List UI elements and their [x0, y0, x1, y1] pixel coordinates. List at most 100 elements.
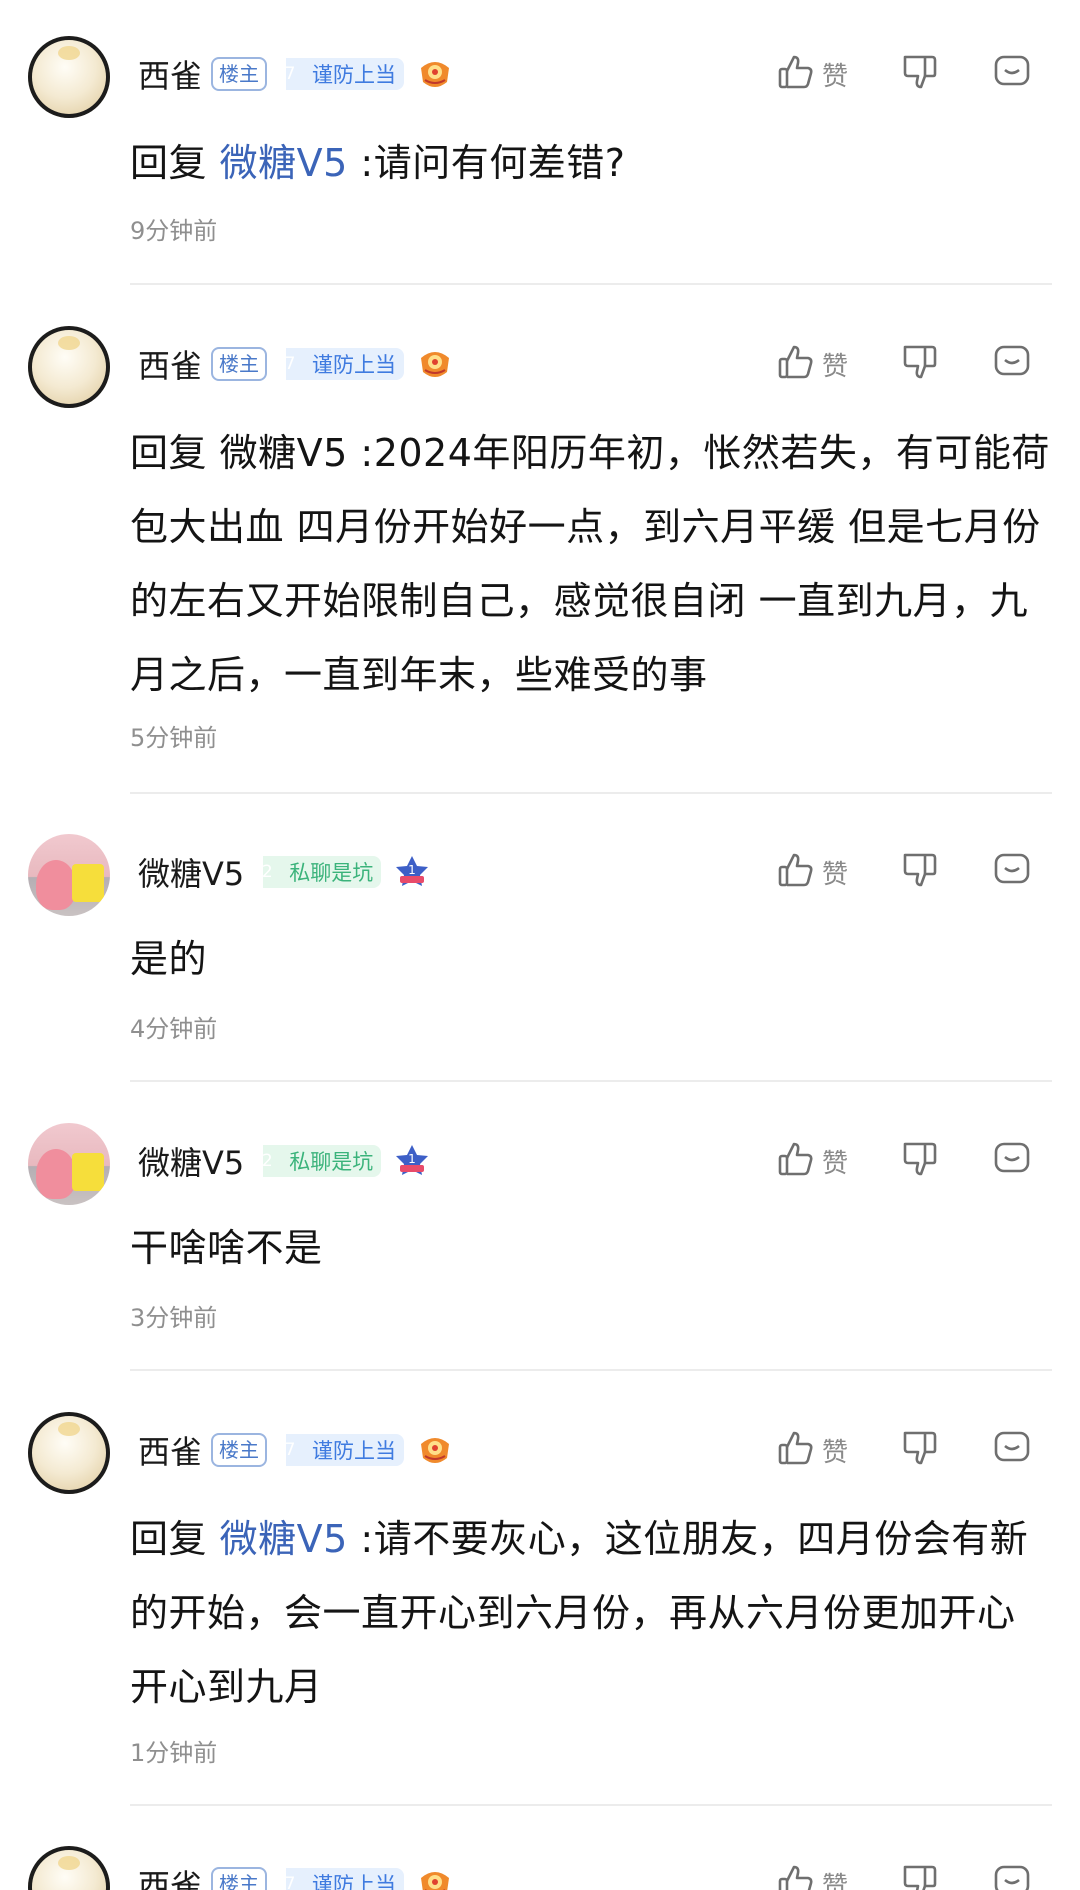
user-name[interactable]: 西雀	[138, 1427, 202, 1473]
divider	[130, 1804, 1052, 1806]
level-tag[interactable]: 2 私聊是坑	[262, 1145, 382, 1177]
avatar[interactable]	[28, 1412, 110, 1494]
reply-button[interactable]	[988, 340, 1036, 388]
avatar-figure	[72, 1153, 104, 1191]
dislike-button[interactable]	[896, 1860, 944, 1890]
like-label: 赞	[822, 1148, 849, 1179]
thread-owner-tag: 楼主	[211, 57, 268, 91]
user-name[interactable]: 西雀	[138, 1861, 202, 1890]
comment-actions: 赞	[776, 1860, 1036, 1890]
thumbs-up-icon	[776, 1428, 816, 1472]
avatar-figure	[72, 864, 104, 902]
chat-bubble-icon	[992, 1428, 1032, 1472]
chat-bubble-icon	[992, 342, 1032, 386]
mask-badge-icon[interactable]	[417, 346, 453, 382]
like-label: 赞	[822, 1871, 849, 1890]
like-label: 赞	[822, 351, 849, 382]
chat-bubble-icon	[992, 52, 1032, 96]
reply-button[interactable]	[988, 1137, 1036, 1185]
avatar-figure	[36, 1149, 76, 1199]
dislike-button[interactable]	[896, 1426, 944, 1474]
comment-time: 4分钟前	[130, 1015, 218, 1043]
divider	[130, 792, 1052, 794]
user-info-row: 西雀 楼主 7 谨防上当	[138, 340, 453, 388]
comment-item: 西雀 楼主 7 谨防上当	[0, 1810, 1080, 1890]
like-button[interactable]: 赞	[776, 1862, 876, 1890]
reply-prefix: 回复	[130, 141, 208, 185]
mention-link[interactable]: 微糖V5	[220, 431, 348, 475]
dislike-button[interactable]	[896, 50, 944, 98]
comment-time: 9分钟前	[130, 217, 218, 245]
level-number: 7	[284, 1440, 296, 1460]
mask-badge-icon[interactable]	[417, 1866, 453, 1890]
user-info-row: 西雀 楼主 7 谨防上当	[138, 50, 453, 98]
user-name[interactable]: 微糖V5	[138, 1138, 244, 1184]
level-gem-icon: 7	[274, 348, 306, 380]
thumbs-down-icon	[900, 52, 940, 96]
like-button[interactable]: 赞	[776, 850, 876, 894]
user-name[interactable]: 微糖V5	[138, 849, 244, 895]
reply-button[interactable]	[988, 50, 1036, 98]
thread-owner-tag: 楼主	[211, 1867, 268, 1890]
thumbs-down-icon	[900, 1862, 940, 1890]
like-button[interactable]: 赞	[776, 1428, 876, 1472]
divider	[130, 1369, 1052, 1371]
mask-badge-icon[interactable]	[417, 1432, 453, 1468]
avatar[interactable]	[28, 326, 110, 408]
mention-link[interactable]: 微糖V5	[220, 1517, 348, 1561]
like-button[interactable]: 赞	[776, 1139, 876, 1183]
like-button[interactable]: 赞	[776, 342, 876, 386]
avatar[interactable]	[28, 1846, 110, 1890]
divider	[130, 283, 1052, 285]
star-rank-badge-icon[interactable]: 1	[394, 854, 430, 890]
comment-text: 回复 微糖V5 :2024年阳历年初，怅然若失，有可能荷包大出血 四月份开始好一…	[130, 416, 1050, 712]
comment-actions: 赞	[776, 1137, 1036, 1185]
comment-text: 回复 微糖V5 :请问有何差错?	[130, 126, 1050, 200]
user-name[interactable]: 西雀	[138, 341, 202, 387]
comment-text: 干啥啥不是	[130, 1211, 1050, 1285]
chat-bubble-icon	[992, 1139, 1032, 1183]
comment-actions: 赞	[776, 848, 1036, 896]
level-number: 2	[261, 862, 273, 882]
star-rank-badge-icon[interactable]: 1	[394, 1143, 430, 1179]
level-gem-icon: 7	[274, 58, 306, 90]
like-label: 赞	[822, 1437, 849, 1468]
chat-bubble-icon	[992, 850, 1032, 894]
reply-button[interactable]	[988, 1426, 1036, 1474]
level-number: 7	[284, 354, 296, 374]
like-button[interactable]: 赞	[776, 52, 876, 96]
comment-body: 干啥啥不是	[130, 1226, 323, 1270]
reply-prefix: 回复	[130, 1517, 208, 1561]
avatar[interactable]	[28, 36, 110, 118]
level-gem-icon: 2	[251, 1145, 283, 1177]
comment-actions: 赞	[776, 1426, 1036, 1474]
reply-button[interactable]	[988, 848, 1036, 896]
chat-bubble-icon	[992, 1862, 1032, 1890]
level-number: 7	[284, 64, 296, 84]
level-tag[interactable]: 2 私聊是坑	[262, 856, 382, 888]
level-tag[interactable]: 7 谨防上当	[285, 348, 405, 380]
reply-button[interactable]	[988, 1860, 1036, 1890]
dislike-button[interactable]	[896, 340, 944, 388]
comment-actions: 赞	[776, 50, 1036, 98]
level-tag[interactable]: 7 谨防上当	[285, 58, 405, 90]
mention-link[interactable]: 微糖V5	[220, 141, 348, 185]
dislike-button[interactable]	[896, 1137, 944, 1185]
comment-time: 5分钟前	[130, 724, 218, 752]
user-info-row: 西雀 楼主 7 谨防上当	[138, 1426, 453, 1474]
comment-actions: 赞	[776, 340, 1036, 388]
level-tag[interactable]: 7 谨防上当	[284, 1868, 405, 1890]
level-number: 7	[284, 1874, 296, 1890]
avatar[interactable]	[28, 1123, 110, 1205]
user-name[interactable]: 西雀	[138, 51, 202, 97]
thumbs-down-icon	[900, 342, 940, 386]
thread-owner-tag: 楼主	[211, 347, 268, 381]
level-gem-icon: 2	[251, 856, 283, 888]
dislike-button[interactable]	[896, 848, 944, 896]
user-info-row: 微糖V5 2 私聊是坑 1	[138, 848, 430, 896]
comment-item: 西雀 楼主 7 谨防上当	[0, 0, 1080, 290]
thumbs-up-icon	[776, 850, 816, 894]
level-tag[interactable]: 7 谨防上当	[284, 1434, 405, 1466]
avatar[interactable]	[28, 834, 110, 916]
mask-badge-icon[interactable]	[417, 56, 453, 92]
